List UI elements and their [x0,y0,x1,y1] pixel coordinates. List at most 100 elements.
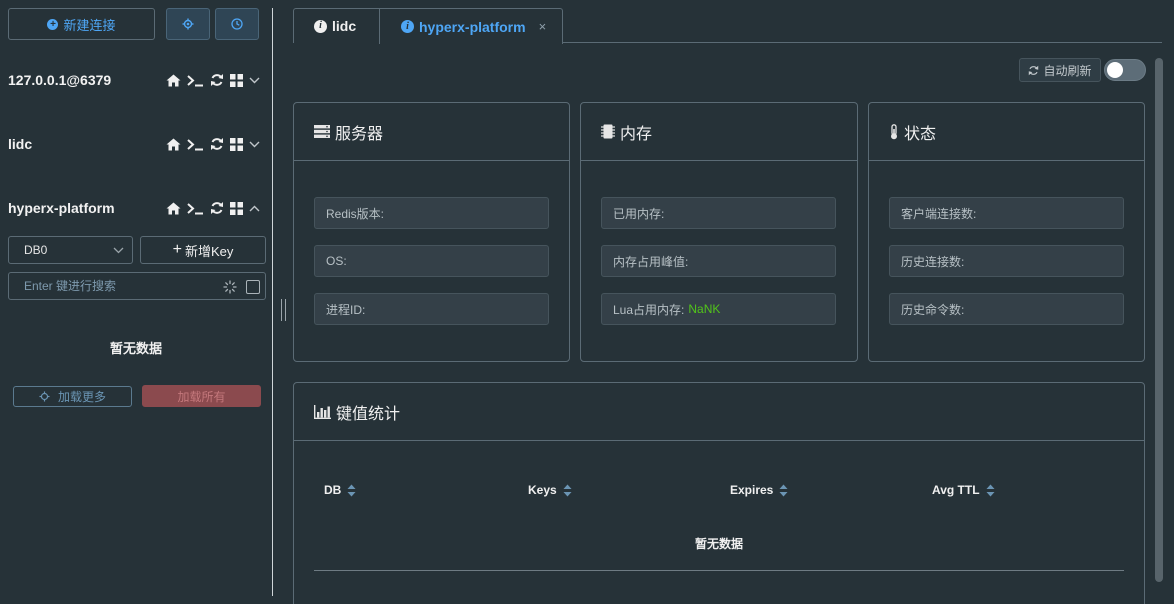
home-icon[interactable] [166,74,181,87]
refresh-icon [1029,65,1039,75]
loading-spinner-icon [223,280,237,294]
card-header: 服务器 [294,103,569,161]
tab-lidc[interactable]: i lidc [293,8,380,43]
field-label: 历史命令数: [901,302,965,317]
connection-name: lidc [8,136,33,152]
load-all-button[interactable]: 加载所有 [142,385,261,407]
key-search-input[interactable] [24,279,219,293]
card-title: 状态 [904,125,937,143]
clock-icon [231,18,243,30]
search-checkbox[interactable] [246,280,260,294]
card-title: 内存 [620,125,653,143]
key-search-box [8,272,266,300]
client-connections-field: 客户端连接数: [889,197,1124,229]
os-field: OS: [314,245,549,277]
chevron-down-icon[interactable] [249,141,260,148]
tab-hyperx-platform[interactable]: i hyperx-platform × [379,8,563,44]
column-label: Expires [730,483,774,497]
grid-icon[interactable] [230,201,243,215]
field-label: 历史连接数: [901,254,965,269]
toggle-knob [1107,62,1123,78]
load-more-label: 加载更多 [57,390,106,404]
card-header: 内存 [581,103,857,161]
process-id-field: 进程ID: [314,293,549,325]
plus-circle-icon: + [47,18,59,30]
plus-icon: + [172,241,182,258]
gear-icon [39,391,50,402]
sort-icon [986,484,995,496]
terminal-icon[interactable] [187,202,204,215]
column-header-avg-ttl[interactable]: Avg TTL [932,483,995,497]
empty-state-text: 暂无数据 [109,341,162,356]
connection-row[interactable]: lidc [8,134,260,154]
field-label: 内存占用峰值: [613,254,689,269]
auto-refresh-button[interactable]: 自动刷新 [1019,58,1101,82]
field-label: Redis版本: [326,206,385,221]
db-select-value: DB0 [24,243,48,257]
field-label: 客户端连接数: [901,206,977,221]
terminal-icon[interactable] [187,138,204,151]
column-header-keys[interactable]: Keys [528,483,572,497]
key-stats-card: 键值统计 DB Keys Expires Avg TTL 暂无数据 [293,382,1145,604]
info-icon: i [314,19,327,33]
field-label: OS: [326,254,347,268]
card-title: 服务器 [335,125,384,143]
used-memory-field: 已用内存: [601,197,836,229]
field-label: 进程ID: [326,302,366,317]
server-icon [314,125,330,138]
refresh-icon[interactable] [210,73,224,87]
home-icon[interactable] [166,138,181,151]
redis-version-field: Redis版本: [314,197,549,229]
new-connection-button[interactable]: + 新建连接 [8,8,155,40]
column-header-db[interactable]: DB [324,483,356,497]
column-header-expires[interactable]: Expires [730,483,788,497]
db-select[interactable]: DB0 [8,236,133,264]
settings-button[interactable] [166,8,210,40]
total-commands-field: 历史命令数: [889,293,1124,325]
lua-memory-field: Lua占用内存: NaNK [601,293,836,325]
bar-chart-icon [314,404,331,419]
history-button[interactable] [215,8,259,40]
new-connection-label: 新建连接 [63,17,116,33]
refresh-icon[interactable] [210,137,224,151]
main-scrollbar[interactable] [1155,58,1163,582]
field-label: 已用内存: [613,206,665,221]
chevron-down-icon [113,247,124,253]
memory-card: 内存 已用内存: 内存占用峰值: Lua占用内存: NaNK [580,102,858,362]
home-icon[interactable] [166,202,181,215]
refresh-icon[interactable] [210,201,224,215]
new-key-button[interactable]: + 新增Key [140,236,266,264]
sidebar: + 新建连接 127.0.0.1@6379 lidc hyperx-platfo… [0,0,272,604]
memory-chip-icon [601,124,615,139]
resize-handle[interactable] [281,299,286,321]
load-more-button[interactable]: 加载更多 [13,386,132,407]
close-icon[interactable]: × [539,19,547,34]
column-label: DB [324,483,342,497]
info-icon: i [401,20,414,33]
grid-icon[interactable] [230,73,243,87]
terminal-icon[interactable] [187,74,204,87]
connection-name: 127.0.0.1@6379 [8,72,112,88]
card-header: 状态 [869,103,1144,161]
chevron-up-icon[interactable] [249,205,260,212]
new-key-label: 新增Key [184,243,234,259]
sort-icon [347,484,356,496]
column-label: Keys [528,483,557,497]
auto-refresh-toggle[interactable] [1104,59,1146,81]
grid-icon[interactable] [230,137,243,151]
card-title: 键值统计 [336,405,401,423]
status-card: 状态 客户端连接数: 历史连接数: 历史命令数: [868,102,1145,362]
tab-label: hyperx-platform [419,18,526,35]
sidebar-divider [272,8,273,596]
gear-icon [182,18,194,30]
load-all-label: 加载所有 [177,389,226,404]
table-bottom-border [314,570,1124,571]
chevron-down-icon[interactable] [249,77,260,84]
server-card: 服务器 Redis版本: OS: 进程ID: [293,102,570,362]
thermometer-icon [891,123,897,139]
table-empty-text: 暂无数据 [694,537,743,551]
sort-icon [779,484,788,496]
connection-row[interactable]: hyperx-platform [8,198,260,218]
connection-row[interactable]: 127.0.0.1@6379 [8,70,260,90]
sort-icon [563,484,572,496]
